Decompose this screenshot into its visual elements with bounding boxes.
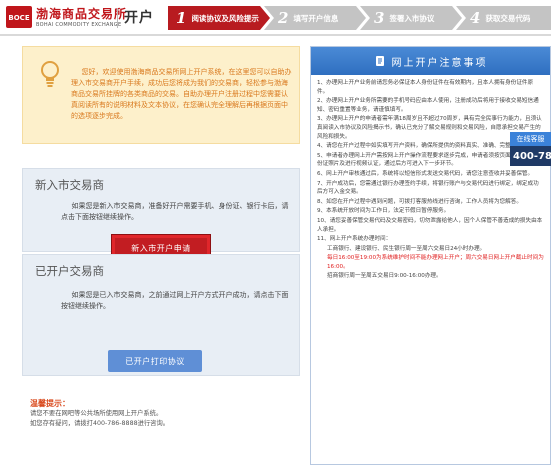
step-number: 1 xyxy=(176,9,187,27)
header-divider xyxy=(117,8,118,28)
notice-body: 1、办理网上开户业务前请您务必保证本人身份证件在有效期内，且本人拥有身份证件原件… xyxy=(311,75,550,281)
step-number: 4 xyxy=(470,9,481,27)
step-2: 2 填写开户信息 xyxy=(264,6,366,30)
notice-item: 7、开户成功后，您需通过银行办理签约手续，将银行账户与交易代码进行绑定，绑定成功… xyxy=(317,180,539,196)
document-icon xyxy=(375,56,384,66)
logo-text: BOCE xyxy=(8,14,29,22)
welcome-panel: 您好，欢迎使用渤海商品交易所网上开户系统，在这里您可以自助办理入市交易商开户手续… xyxy=(22,46,300,144)
notice-item: 10、请您妥善保管交易代码及交易密码，切勿泄露给他人，因个人保管不善造成的损失由… xyxy=(317,217,543,233)
boce-logo-icon: BOCE xyxy=(6,6,32,28)
site-header: BOCE 渤海商品交易所 BOHAI COMMODITY EXCHANGE 开户… xyxy=(0,0,551,36)
notice-item: 6、网上开户审核通过后，系统将以短信形式发送交易代码，请您注意查收并妥善保管。 xyxy=(317,170,534,177)
tips-line: 如您存有疑问，请拨打400-786-8888进行咨询。 xyxy=(30,420,170,427)
notice-item: 招商银行周一至周五交易日9:00-16:00办理。 xyxy=(327,273,442,280)
new-trader-title: 新入市交易商 xyxy=(35,178,104,192)
lightbulb-icon xyxy=(41,61,59,87)
welcome-text: 您好，欢迎使用渤海商品交易所网上开户系统，在这里您可以自助办理入市交易商开户手续… xyxy=(71,68,292,120)
new-trader-desc: 如果您是新入市交易商，准备好开户需要手机、身份证、银行卡后，请点击下面按钮继续操… xyxy=(61,202,289,221)
print-agreement-button[interactable]: 已开户打印协议 xyxy=(108,350,202,372)
hotline-number: 400-78 xyxy=(510,146,551,166)
notice-title: 网上开户注意事项 xyxy=(391,57,488,69)
step-progress: 1 阅读协议及风险提示 2 填写开户信息 3 签署入市协议 4 获取交易代码 xyxy=(168,6,551,30)
step-4: 4 获取交易代码 xyxy=(456,6,551,30)
online-service-label[interactable]: 在线客服 xyxy=(510,132,551,146)
step-1: 1 阅读协议及风险提示 xyxy=(168,6,270,30)
online-service-widget[interactable]: 在线客服 400-78 xyxy=(510,132,551,168)
page-title: 开户 xyxy=(124,10,154,26)
tips-title: 温馨提示： xyxy=(30,399,70,408)
step-3: 3 签署入市协议 xyxy=(360,6,462,30)
notice-header: 网上开户注意事项 xyxy=(311,47,550,75)
notice-item: 8、如您在开户过程中遇到问题，可拨打客服热线进行咨询，工作人员将为您解答。 xyxy=(317,198,522,205)
brand-name-cn: 渤海商品交易所 xyxy=(36,7,128,21)
step-label: 填写开户信息 xyxy=(293,13,339,23)
step-label: 获取交易代码 xyxy=(485,13,531,23)
notice-item: 工商银行、建设银行、民生银行周一至周六交易日24小时办理。 xyxy=(327,245,486,252)
notice-panel: 网上开户注意事项 1、办理网上开户业务前请您务必保证本人身份证件在有效期内，且本… xyxy=(310,46,551,465)
step-number: 3 xyxy=(374,9,385,27)
existing-trader-title: 已开户交易商 xyxy=(35,264,104,278)
step-label: 签署入市协议 xyxy=(389,13,435,23)
notice-item: 11、网上开户系统办理时间： xyxy=(317,236,392,243)
tips-section: 温馨提示： 请您不要在网吧等公共场所使用网上开户系统。 如您存有疑问，请拨打40… xyxy=(30,398,310,429)
notice-item: 1、办理网上开户业务前请您务必保证本人身份证件在有效期内，且本人拥有身份证件原件… xyxy=(317,80,534,95)
step-label: 阅读协议及风险提示 xyxy=(191,13,259,23)
notice-item: 9、本系统开放时间为工作日，法定节假日暂停服务。 xyxy=(317,208,450,215)
step-number: 2 xyxy=(278,9,289,27)
notice-item-warning: 每日16:00至19:00为系统维护时间不能办理网上开户；周六交易日网上开户截止… xyxy=(327,255,544,270)
tips-line: 请您不要在网吧等公共场所使用网上开户系统。 xyxy=(30,410,163,417)
brand-name-en: BOHAI COMMODITY EXCHANGE xyxy=(36,22,122,28)
existing-trader-desc: 如果您是已入市交易商，之前通过网上开户方式开户成功，请点击下面按钮继续操作。 xyxy=(61,291,289,310)
notice-item: 2、办理网上开户业务所需要的手机号码应由本人使用，注册成功后将用于接收交易短信通… xyxy=(317,98,539,113)
